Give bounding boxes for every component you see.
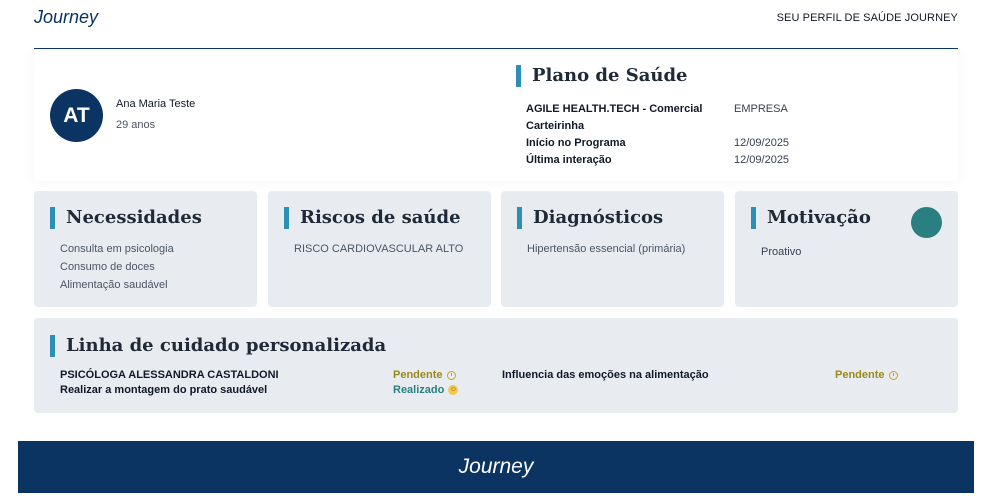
footer-brand: Journey [458, 455, 534, 478]
motivation-value: Proativo [761, 246, 802, 258]
risks-title: Riscos de saúde [284, 207, 461, 229]
risks-card: Riscos de saúde RISCO CARDIOVASCULAR ALT… [268, 191, 491, 307]
care-item-status[interactable]: Pendente [393, 369, 456, 381]
status-text: Pendente [393, 369, 443, 381]
plan-key: Início no Programa [526, 136, 626, 149]
care-line-title: Linha de cuidado personalizada [50, 335, 386, 357]
plan-row: AGILE HEALTH.TECH - Comercial EMPRESA [526, 100, 789, 117]
page-subtitle: SEU PERFIL DE SAÚDE JOURNEY [776, 12, 958, 24]
needs-card: Necessidades Consulta em psicologia Cons… [34, 191, 257, 307]
list-item: Consulta em psicologia [60, 243, 174, 255]
plan-title: Plano de Saúde [516, 65, 688, 87]
plan-row: Início no Programa 12/09/2025 [526, 134, 789, 151]
care-item-label: Influencia das emoções na alimentação [502, 369, 709, 381]
user-name: Ana Maria Teste [116, 98, 196, 110]
diagnostics-card: Diagnósticos Hipertensão essencial (prim… [501, 191, 724, 307]
care-item-label: Realizar a montagem do prato saudável [60, 384, 268, 396]
top-bar: Journey SEU PERFIL DE SAÚDE JOURNEY [34, 0, 958, 49]
footer: Journey [18, 441, 974, 493]
plan-key: Última interação [526, 153, 612, 166]
status-text: Realizado [393, 384, 445, 396]
plan-row: Última interação 12/09/2025 [526, 151, 789, 168]
needs-title: Necessidades [50, 207, 202, 229]
care-line-card: Linha de cuidado personalizada PSICÓLOGA… [34, 318, 958, 413]
plan-value: 12/09/2025 [734, 153, 790, 166]
diagnostics-list: Hipertensão essencial (primária) [527, 240, 685, 258]
profile-card: AT Ana Maria Teste 29 anos Plano de Saúd… [34, 52, 958, 181]
user-age: 29 anos [116, 119, 156, 131]
care-item-status[interactable]: Pendente [835, 369, 898, 381]
plan-table: AGILE HEALTH.TECH - Comercial EMPRESA Ca… [526, 100, 789, 168]
list-item: Hipertensão essencial (primária) [527, 243, 686, 255]
motivation-card: Motivação Proativo [735, 191, 958, 307]
plan-key: Carteirinha [526, 119, 585, 132]
motivation-indicator [911, 207, 942, 238]
list-item: RISCO CARDIOVASCULAR ALTO [294, 243, 464, 255]
care-item-status[interactable]: Realizado ☺ [393, 384, 459, 396]
brand-logo[interactable]: Journey [34, 7, 98, 28]
clock-icon [446, 370, 456, 380]
risks-list: RISCO CARDIOVASCULAR ALTO [294, 240, 463, 258]
plan-value: EMPRESA [734, 102, 788, 115]
motivation-title: Motivação [751, 207, 871, 229]
status-text: Pendente [835, 369, 885, 381]
needs-list: Consulta em psicologia Consumo de doces … [60, 240, 174, 294]
avatar: AT [50, 89, 103, 142]
diagnostics-title: Diagnósticos [517, 207, 663, 229]
list-item: Consumo de doces [60, 261, 155, 273]
motivation-list: Proativo [761, 243, 801, 261]
plan-value: 12/09/2025 [734, 136, 790, 149]
care-item-label: PSICÓLOGA ALESSANDRA CASTALDONI [60, 369, 279, 381]
smile-icon: ☺ [448, 385, 459, 395]
plan-key: AGILE HEALTH.TECH - Comercial [526, 102, 703, 115]
plan-row: Carteirinha [526, 117, 789, 134]
clock-icon [888, 370, 898, 380]
list-item: Alimentação saudável [60, 279, 168, 291]
